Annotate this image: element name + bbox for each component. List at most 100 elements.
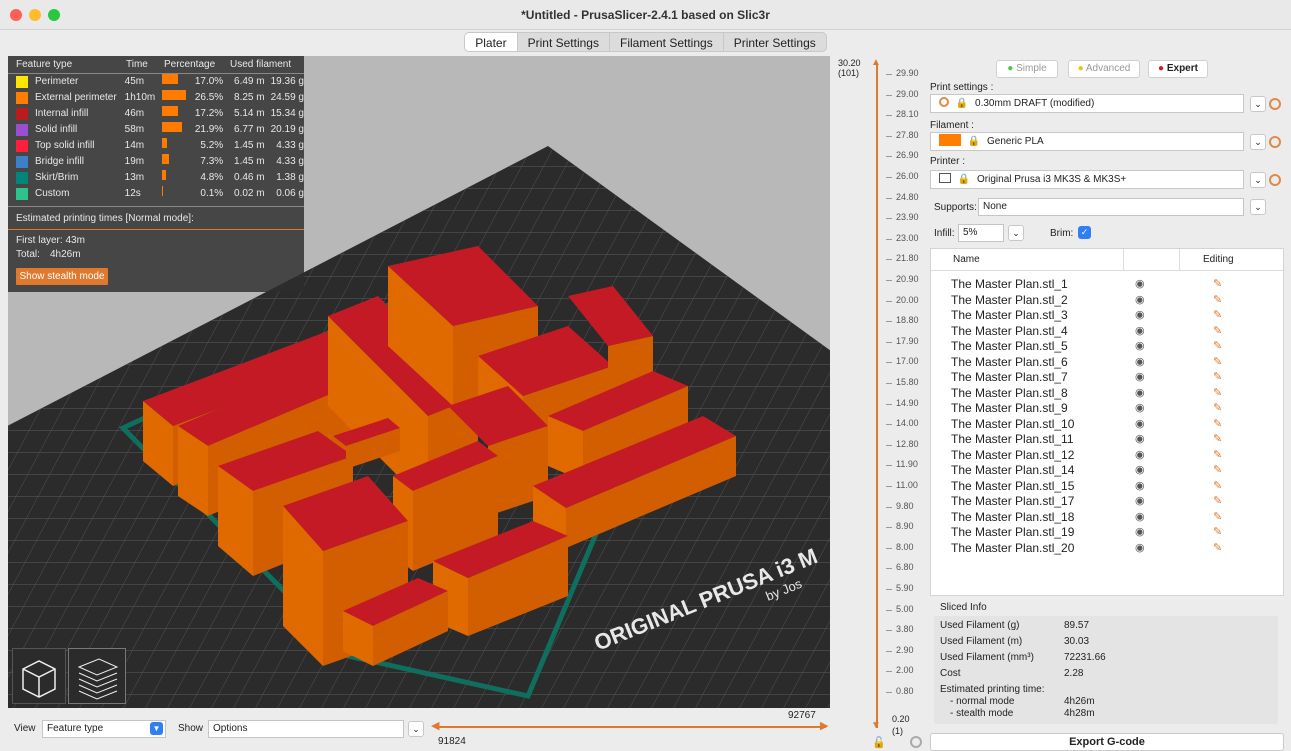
object-list-item[interactable]: The Master Plan.stl_20: [951, 541, 1074, 556]
object-list-item[interactable]: The Master Plan.stl_7: [951, 370, 1068, 385]
visibility-eye-icon[interactable]: ◉: [1135, 432, 1145, 445]
object-list-item[interactable]: The Master Plan.stl_1: [951, 277, 1068, 292]
visibility-eye-icon[interactable]: ◉: [1135, 339, 1145, 352]
object-list-item[interactable]: The Master Plan.stl_18: [951, 510, 1074, 525]
object-list-item[interactable]: The Master Plan.stl_8: [951, 386, 1068, 401]
tab-printer-settings[interactable]: Printer Settings: [723, 32, 827, 52]
object-list-item[interactable]: The Master Plan.stl_10: [951, 417, 1074, 432]
visibility-eye-icon[interactable]: ◉: [1135, 525, 1145, 538]
edit-settings-icon[interactable]: ✎: [1213, 463, 1222, 476]
legend-row[interactable]: Top solid infill 14m 5.2% 1.45 m 4.33 g: [8, 138, 304, 154]
filament-gear-icon[interactable]: [1269, 136, 1281, 148]
visibility-eye-icon[interactable]: ◉: [1135, 510, 1145, 523]
edit-settings-icon[interactable]: ✎: [1213, 339, 1222, 352]
visibility-eye-icon[interactable]: ◉: [1135, 401, 1145, 414]
object-list-item[interactable]: The Master Plan.stl_4: [951, 324, 1068, 339]
edit-settings-icon[interactable]: ✎: [1213, 432, 1222, 445]
infill-dropdown-button[interactable]: ⌄: [1008, 225, 1024, 241]
edit-settings-icon[interactable]: ✎: [1213, 541, 1222, 554]
close-window-button[interactable]: [10, 9, 22, 21]
settings-gear-icon[interactable]: [910, 736, 922, 748]
print-settings-dropdown-button[interactable]: ⌄: [1250, 96, 1266, 112]
supports-combo[interactable]: None: [978, 198, 1244, 216]
object-list-item[interactable]: The Master Plan.stl_19: [951, 525, 1074, 540]
print-settings-combo[interactable]: 🔒 0.30mm DRAFT (modified): [930, 94, 1244, 113]
object-list-item[interactable]: The Master Plan.stl_12: [951, 448, 1074, 463]
filament-combo[interactable]: 🔒 Generic PLA: [930, 132, 1244, 151]
printer-dropdown-button[interactable]: ⌄: [1250, 172, 1266, 188]
object-list-item[interactable]: The Master Plan.stl_14: [951, 463, 1074, 478]
visibility-eye-icon[interactable]: ◉: [1135, 386, 1145, 399]
edit-settings-icon[interactable]: ✎: [1213, 277, 1222, 290]
visibility-eye-icon[interactable]: ◉: [1135, 277, 1145, 290]
visibility-eye-icon[interactable]: ◉: [1135, 417, 1145, 430]
printer-combo[interactable]: 🔒 Original Prusa i3 MK3S & MK3S+: [930, 170, 1244, 189]
tab-plater[interactable]: Plater: [464, 32, 518, 52]
object-list-item[interactable]: The Master Plan.stl_9: [951, 401, 1068, 416]
mode-expert-button[interactable]: ● Expert: [1148, 60, 1208, 78]
printer-gear-icon[interactable]: [1269, 174, 1281, 186]
export-gcode-button[interactable]: Export G-code: [930, 733, 1284, 751]
minimize-window-button[interactable]: [29, 9, 41, 21]
object-list-item[interactable]: The Master Plan.stl_3: [951, 308, 1068, 323]
visibility-eye-icon[interactable]: ◉: [1135, 479, 1145, 492]
visibility-eye-icon[interactable]: ◉: [1135, 370, 1145, 383]
edit-settings-icon[interactable]: ✎: [1213, 510, 1222, 523]
legend-row[interactable]: External perimeter 1h10m 26.5% 8.25 m 24.59 …: [8, 90, 304, 106]
hslider-right-arrow-icon[interactable]: ▶: [820, 719, 828, 732]
show-stealth-mode-button[interactable]: Show stealth mode: [16, 268, 108, 285]
object-list-item[interactable]: The Master Plan.stl_6: [951, 355, 1068, 370]
edit-settings-icon[interactable]: ✎: [1213, 401, 1222, 414]
object-list-item[interactable]: The Master Plan.stl_15: [951, 479, 1074, 494]
legend-row[interactable]: Bridge infill 19m 7.3% 1.45 m 4.33 g: [8, 154, 304, 170]
object-list-item[interactable]: The Master Plan.stl_11: [951, 432, 1074, 447]
show-options-combo[interactable]: Options: [208, 720, 404, 738]
legend-row[interactable]: Skirt/Brim 13m 4.8% 0.46 m 1.38 g: [8, 170, 304, 186]
edit-settings-icon[interactable]: ✎: [1213, 448, 1222, 461]
mode-simple-button[interactable]: ● Simple: [996, 60, 1058, 78]
filament-dropdown-button[interactable]: ⌄: [1250, 134, 1266, 150]
horizontal-slider-track[interactable]: [436, 726, 826, 728]
supports-dropdown-button[interactable]: ⌄: [1250, 199, 1266, 215]
view-layers-icon[interactable]: [68, 648, 126, 704]
tab-print-settings[interactable]: Print Settings: [517, 32, 610, 52]
edit-settings-icon[interactable]: ✎: [1213, 370, 1222, 383]
view-cube-3d-icon[interactable]: [12, 648, 66, 704]
edit-settings-icon[interactable]: ✎: [1213, 355, 1222, 368]
visibility-eye-icon[interactable]: ◉: [1135, 463, 1145, 476]
tab-filament-settings[interactable]: Filament Settings: [609, 32, 724, 52]
hslider-left-arrow-icon[interactable]: ◀: [431, 719, 439, 732]
brim-checkbox[interactable]: ✓: [1078, 226, 1091, 239]
visibility-eye-icon[interactable]: ◉: [1135, 308, 1145, 321]
edit-settings-icon[interactable]: ✎: [1213, 386, 1222, 399]
visibility-eye-icon[interactable]: ◉: [1135, 293, 1145, 306]
visibility-eye-icon[interactable]: ◉: [1135, 541, 1145, 554]
visibility-eye-icon[interactable]: ◉: [1135, 448, 1145, 461]
zoom-window-button[interactable]: [48, 9, 60, 21]
layer-bottom-thumb-icon[interactable]: ▼: [871, 720, 881, 731]
legend-row[interactable]: Solid infill 58m 21.9% 6.77 m 20.19 g: [8, 122, 304, 138]
edit-settings-icon[interactable]: ✎: [1213, 293, 1222, 306]
layer-slider-track[interactable]: [876, 64, 878, 728]
edit-settings-icon[interactable]: ✎: [1213, 324, 1222, 337]
edit-settings-icon[interactable]: ✎: [1213, 525, 1222, 538]
mode-advanced-button[interactable]: ● Advanced: [1068, 60, 1140, 78]
view-select[interactable]: Feature type ▼: [42, 720, 166, 738]
visibility-eye-icon[interactable]: ◉: [1135, 324, 1145, 337]
legend-row[interactable]: Perimeter 45m 17.0% 6.49 m 19.36 g: [8, 74, 304, 90]
object-list-item[interactable]: The Master Plan.stl_17: [951, 494, 1074, 509]
visibility-eye-icon[interactable]: ◉: [1135, 494, 1145, 507]
infill-combo[interactable]: 5%: [958, 224, 1004, 242]
edit-settings-icon[interactable]: ✎: [1213, 479, 1222, 492]
object-list-item[interactable]: The Master Plan.stl_5: [951, 339, 1068, 354]
legend-row[interactable]: Custom 12s 0.1% 0.02 m 0.06 g: [8, 186, 304, 202]
edit-settings-icon[interactable]: ✎: [1213, 417, 1222, 430]
layer-top-thumb-icon[interactable]: ▲: [871, 57, 881, 68]
visibility-eye-icon[interactable]: ◉: [1135, 355, 1145, 368]
edit-settings-icon[interactable]: ✎: [1213, 308, 1222, 321]
unlock-icon[interactable]: 🔓: [872, 736, 886, 749]
object-list-item[interactable]: The Master Plan.stl_2: [951, 293, 1068, 308]
show-options-dropdown-button[interactable]: ⌄: [408, 721, 424, 737]
print-settings-gear-icon[interactable]: [1269, 98, 1281, 110]
legend-row[interactable]: Internal infill 46m 17.2% 5.14 m 15.34 g: [8, 106, 304, 122]
